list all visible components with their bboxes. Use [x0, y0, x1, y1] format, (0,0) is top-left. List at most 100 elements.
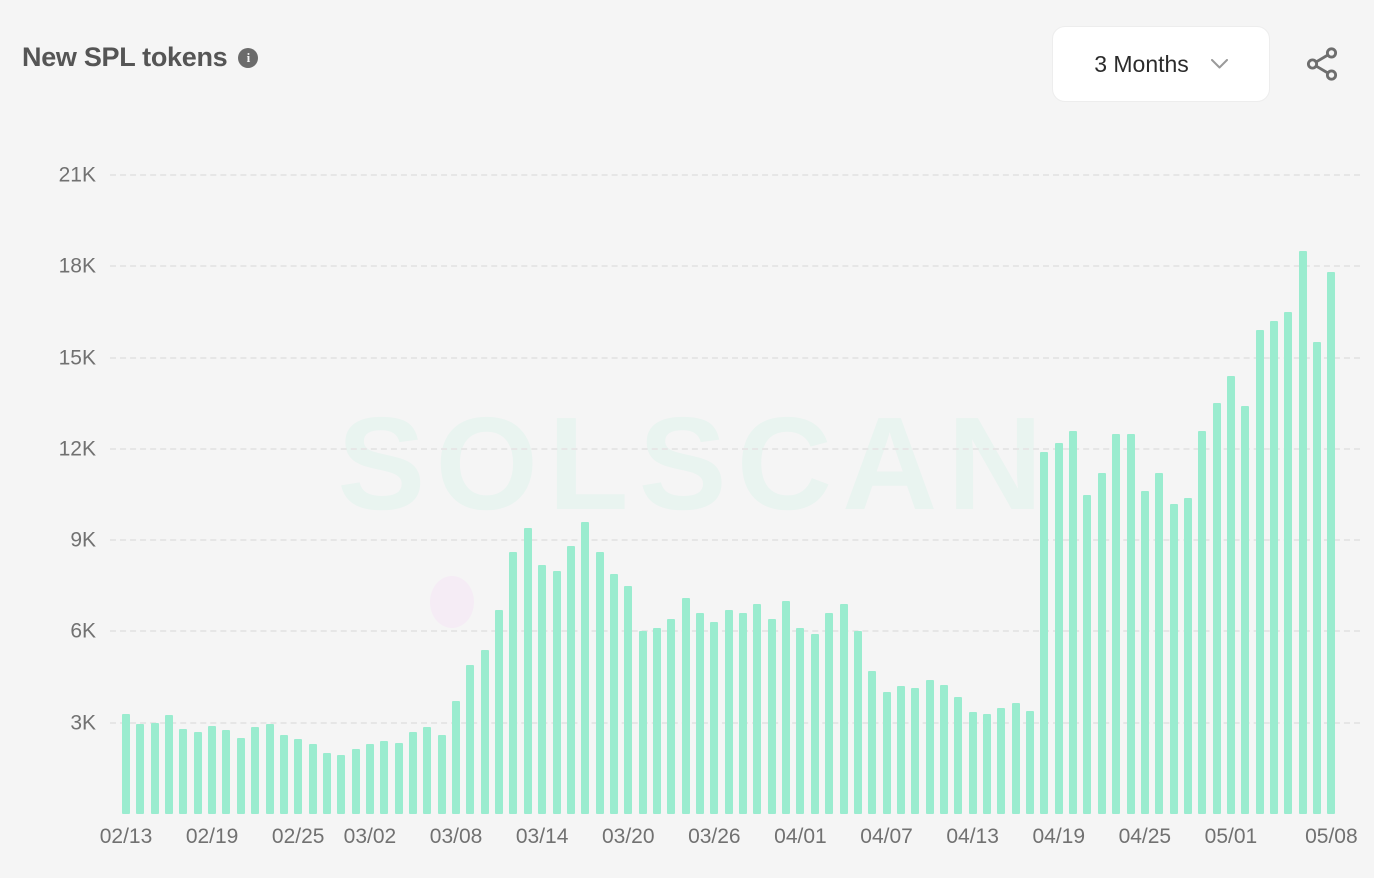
bar[interactable] [896, 686, 905, 814]
bar[interactable] [365, 744, 374, 814]
bar[interactable] [710, 622, 719, 814]
bar[interactable] [480, 649, 489, 814]
bar[interactable] [652, 628, 661, 814]
bar[interactable] [1112, 433, 1121, 814]
bar[interactable] [150, 722, 159, 814]
bar[interactable] [1026, 710, 1035, 814]
x-axis-tick-label: 03/14 [515, 825, 569, 848]
bar[interactable] [782, 601, 791, 814]
bar[interactable] [322, 753, 331, 814]
bar[interactable] [825, 613, 834, 814]
chart-panel: New SPL tokens i 3 Months SOLSCAN 3K 6K … [0, 0, 1374, 878]
bar[interactable] [165, 715, 174, 814]
bar[interactable] [1327, 272, 1336, 814]
x-axis-tick-label: 03/08 [429, 825, 483, 848]
bar[interactable] [222, 730, 231, 814]
x-axis-tick-label: 02/13 [99, 825, 153, 848]
bar[interactable] [1241, 406, 1250, 814]
bar[interactable] [466, 664, 475, 814]
bar[interactable] [595, 552, 604, 814]
bar[interactable] [509, 552, 518, 814]
bar[interactable] [1226, 375, 1235, 814]
bar[interactable] [839, 604, 848, 814]
y-axis-tick-label: 15K [58, 346, 96, 370]
bar[interactable] [523, 527, 532, 814]
bar[interactable] [911, 687, 920, 814]
bar[interactable] [681, 597, 690, 814]
bar[interactable] [624, 585, 633, 814]
bar[interactable] [1169, 503, 1178, 814]
x-axis-tick-label: 02/25 [271, 825, 325, 848]
bar[interactable] [997, 707, 1006, 814]
bar[interactable] [337, 754, 346, 814]
bar[interactable] [351, 748, 360, 814]
bar[interactable] [279, 734, 288, 814]
bar[interactable] [939, 684, 948, 814]
bar[interactable] [1069, 430, 1078, 814]
bar[interactable] [696, 613, 704, 814]
bar[interactable] [236, 737, 245, 814]
bar[interactable] [208, 725, 217, 814]
bar[interactable] [581, 521, 590, 814]
time-range-dropdown[interactable]: 3 Months [1052, 26, 1270, 102]
bar[interactable] [193, 731, 202, 814]
chart-header: New SPL tokens i 3 Months [0, 0, 1374, 128]
bar[interactable] [437, 734, 446, 814]
bar[interactable] [566, 546, 575, 814]
bar[interactable] [179, 728, 188, 814]
chart-title: New SPL tokens [22, 42, 228, 72]
bar-series [122, 188, 1338, 814]
bar[interactable] [1054, 442, 1063, 814]
bar[interactable] [767, 619, 776, 814]
bar[interactable] [954, 696, 963, 814]
bar[interactable] [122, 713, 130, 814]
bar[interactable] [1255, 330, 1264, 814]
bar[interactable] [739, 613, 748, 814]
bar[interactable] [968, 712, 977, 814]
bar[interactable] [810, 634, 819, 814]
bar[interactable] [1212, 403, 1221, 814]
bar[interactable] [1270, 321, 1278, 814]
bar[interactable] [308, 744, 317, 814]
bar[interactable] [1313, 342, 1322, 814]
bar[interactable] [538, 564, 547, 814]
bar[interactable] [1083, 494, 1092, 814]
bar[interactable] [394, 742, 403, 814]
bar[interactable] [1040, 451, 1049, 814]
bar[interactable] [1198, 430, 1207, 814]
bar[interactable] [1298, 251, 1307, 814]
bar[interactable] [1140, 491, 1149, 814]
bar[interactable] [136, 724, 145, 814]
bar[interactable] [868, 671, 877, 814]
share-button[interactable] [1296, 38, 1348, 90]
bar[interactable] [1183, 497, 1192, 814]
bar[interactable] [753, 604, 762, 814]
y-axis-tick-label: 21K [58, 163, 96, 187]
bar[interactable] [638, 631, 647, 814]
bar[interactable] [1284, 311, 1293, 814]
bar[interactable] [609, 573, 618, 814]
bar[interactable] [294, 739, 303, 814]
x-axis-tick-label: 04/25 [1118, 825, 1172, 848]
bar[interactable] [983, 713, 991, 814]
bar[interactable] [925, 680, 934, 814]
bar[interactable] [251, 727, 260, 814]
bar[interactable] [882, 692, 891, 814]
bar[interactable] [409, 731, 417, 814]
bar[interactable] [1155, 473, 1164, 814]
bar[interactable] [1097, 473, 1106, 814]
bar[interactable] [423, 727, 432, 814]
bar[interactable] [552, 570, 561, 814]
bar[interactable] [796, 628, 805, 814]
info-icon[interactable]: i [238, 47, 259, 68]
bar[interactable] [265, 724, 274, 814]
bar[interactable] [380, 740, 389, 814]
bar[interactable] [667, 619, 676, 814]
bar[interactable] [853, 631, 862, 814]
bar[interactable] [452, 701, 461, 814]
bar[interactable] [724, 610, 733, 814]
bar[interactable] [495, 610, 504, 814]
bar[interactable] [1126, 433, 1135, 814]
bar[interactable] [1011, 702, 1020, 814]
x-axis-tick-label: 04/01 [774, 825, 827, 848]
